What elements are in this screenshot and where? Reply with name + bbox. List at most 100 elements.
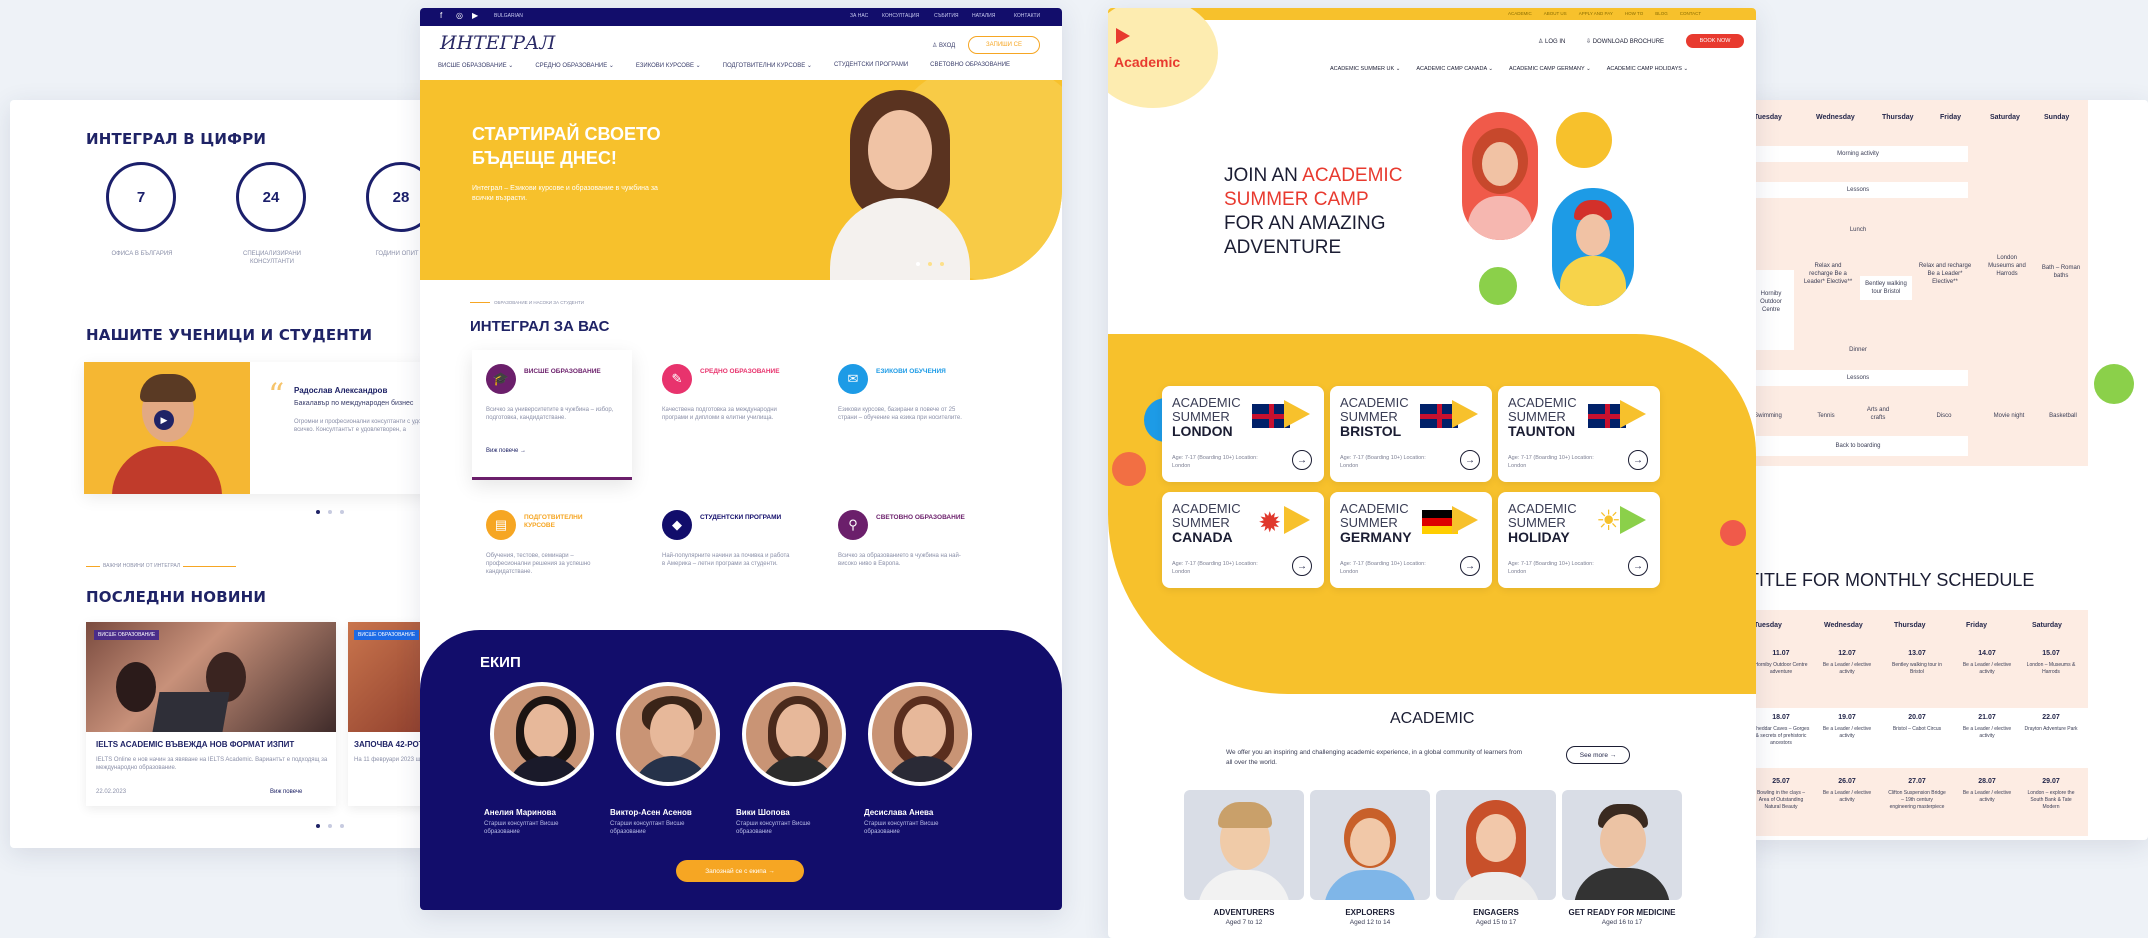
nav-item[interactable]: ACADEMIC SUMMER UK ⌄ xyxy=(1330,66,1400,72)
service-title: СВЕТОВНО ОБРАЗОВАНИЕ xyxy=(876,514,965,521)
camp-card[interactable]: ACADEMIC SUMMER GERMANY Age: 7-17 (Boarding… xyxy=(1330,492,1492,588)
language-select[interactable]: BULGARIAN xyxy=(494,13,523,19)
hero-highlight: SUMMER CAMP xyxy=(1224,189,1369,210)
schedule-row: Lessons xyxy=(1748,370,1968,386)
academic-text: We offer you an inspiring and challengin… xyxy=(1226,749,1523,766)
service-link[interactable]: Виж повече → xyxy=(486,448,526,454)
camp-card[interactable]: ACADEMIC SUMMER CANADA ✹ Age: 7-17 (Boarding… xyxy=(1162,492,1324,588)
service-text: Всичко за университетите в чужбина – изб… xyxy=(486,407,614,421)
service-card[interactable]: ✎ СРЕДНО ОБРАЗОВАНИЕ Качествена подготов… xyxy=(648,350,808,480)
top-link[interactable]: СЪБИТИЯ xyxy=(934,13,959,19)
academic-camp-panel: ACADEMIC ABOUT US APPLY AND PAY HOW TO B… xyxy=(1108,8,1756,938)
nav-item[interactable]: СРЕДНО ОБРАЗОВАНИЕ ⌄ xyxy=(535,62,614,69)
login-link[interactable]: ♙ LOG IN xyxy=(1538,38,1565,45)
top-link[interactable]: ABOUT US xyxy=(1544,11,1567,16)
nav-item[interactable]: ACADEMIC CAMP CANADA ⌄ xyxy=(1416,66,1493,72)
service-card[interactable]: ⚲ СВЕТОВНО ОБРАЗОВАНИЕ Всичко за образов… xyxy=(824,496,984,606)
arrow-right-icon[interactable]: → xyxy=(1628,556,1648,576)
nav-item[interactable]: ЕЗИКОВИ КУРСОВЕ ⌄ xyxy=(636,62,701,69)
day-header: Thursday xyxy=(1882,114,1914,121)
hero-photo xyxy=(1552,188,1634,306)
day-header: Sunday xyxy=(2044,114,2070,121)
facebook-icon[interactable]: f xyxy=(440,11,442,20)
instagram-icon[interactable]: ◎ xyxy=(456,11,463,20)
deco-circle xyxy=(1556,112,1612,168)
logo[interactable]: ИНТЕГРАЛ xyxy=(440,32,555,54)
brochure-link[interactable]: ⇩ DOWNLOAD BROCHURE xyxy=(1586,38,1664,45)
camp-title: ACADEMIC SUMMER LONDON xyxy=(1172,395,1241,439)
camp-card[interactable]: ACADEMIC SUMMER BRISTOL Age: 7-17 (Boarding… xyxy=(1330,386,1492,482)
news-tag: ВИСШЕ ОБРАЗОВАНИЕ xyxy=(354,630,420,640)
camp-card[interactable]: ACADEMIC SUMMER LONDON Age: 7-17 (Boarding … xyxy=(1162,386,1324,482)
globe-pin-icon: ⚲ xyxy=(838,510,868,540)
team-member-role: Старши консултант Висше образование xyxy=(610,821,685,835)
group-label: ADVENTURERS Aged 7 to 12 xyxy=(1213,908,1275,926)
nav-item[interactable]: СВЕТОВНО ОБРАЗОВАНИЕ xyxy=(930,62,1010,69)
date-cell: 20.07 xyxy=(1908,714,1926,721)
camp-card[interactable]: ACADEMIC SUMMER HOLIDAY ☀ Age: 7-17 (Boardin… xyxy=(1498,492,1660,588)
news-tag: ВИСШЕ ОБРАЗОВАНИЕ xyxy=(94,630,160,640)
signup-button[interactable]: ЗАПИШИ СЕ xyxy=(968,36,1040,54)
top-link[interactable]: APPLY AND PAY xyxy=(1579,11,1613,16)
top-link[interactable]: HOW TO xyxy=(1625,11,1643,16)
top-link[interactable]: ACADEMIC xyxy=(1508,11,1532,16)
date-cell: 14.07 xyxy=(1978,650,1996,657)
back-to-boarding-link[interactable]: Back to boarding xyxy=(1748,436,1968,456)
group-photo[interactable] xyxy=(1436,790,1556,900)
carousel-dots[interactable] xyxy=(316,824,344,828)
team-section: ЕКИП Анелия Маринова Старши консултант В… xyxy=(420,630,1062,910)
top-link[interactable]: НАТАЛИЯ xyxy=(972,13,995,19)
evening-cell: Disco xyxy=(1936,413,1952,419)
carousel-dots[interactable] xyxy=(316,510,344,514)
monthly-schedule-table: Tuesday Wednesday Thursday Friday Saturd… xyxy=(1748,610,2088,836)
camp-card[interactable]: ACADEMIC SUMMER TAUNTON Age: 7-17 (Boarding… xyxy=(1498,386,1660,482)
evening-cell: Basketball xyxy=(2049,413,2077,419)
arrow-right-icon[interactable]: → xyxy=(1460,450,1480,470)
stat-value: 28 xyxy=(392,188,410,206)
news-more-link[interactable]: Виж повече xyxy=(270,788,302,796)
activity-cell: Bentley walking tour Bristol xyxy=(1860,276,1912,300)
play-icon[interactable]: ▶ xyxy=(154,410,174,430)
arrow-right-icon[interactable]: → xyxy=(1292,556,1312,576)
stat-ring: 24 xyxy=(236,162,306,232)
nav-item[interactable]: ВИСШЕ ОБРАЗОВАНИЕ ⌄ xyxy=(438,62,513,69)
service-text: Обучения, тестове, семинари – професиона… xyxy=(486,553,591,575)
youtube-icon[interactable]: ▶ xyxy=(472,11,478,20)
arrow-right-icon[interactable]: → xyxy=(1460,556,1480,576)
team-member-name: Вики Шопова xyxy=(736,808,790,817)
top-link[interactable]: КОНТАКТИ xyxy=(1014,13,1040,19)
hero-dots[interactable] xyxy=(916,262,944,266)
service-card[interactable]: ▤ ПОДГОТВИТЕЛНИ КУРСОВЕ Обучения, тестов… xyxy=(472,496,632,606)
date-cell: 26.07 xyxy=(1838,778,1856,785)
group-photo[interactable] xyxy=(1562,790,1682,900)
camp-title: ACADEMIC SUMMER CANADA xyxy=(1172,501,1241,545)
activity-cell: Be a Leader / elective activity xyxy=(1822,726,1872,739)
see-more-button[interactable]: See more → xyxy=(1566,746,1630,764)
meet-team-button[interactable]: Запознай се с екипа → xyxy=(676,860,804,882)
sun-icon: ☀ xyxy=(1596,505,1622,536)
team-member-name: Виктор-Асен Асенов xyxy=(610,808,692,817)
arrow-right-icon[interactable]: → xyxy=(1628,450,1648,470)
news-title: IELTS ACADEMIC ВЪВЕЖДА НОВ ФОРМАТ ИЗПИТ xyxy=(96,740,295,749)
login-link[interactable]: ♙ ВХОД xyxy=(932,42,955,49)
top-link[interactable]: BLOG xyxy=(1655,11,1668,16)
evening-cell: Arts and crafts xyxy=(1866,407,1890,421)
nav-item[interactable]: ACADEMIC CAMP GERMANY ⌄ xyxy=(1509,66,1591,72)
arrow-right-icon[interactable]: → xyxy=(1292,450,1312,470)
top-link[interactable]: КОНСУЛТАЦИЯ xyxy=(882,13,919,19)
nav-item[interactable]: ПОДГОТВИТЕЛНИ КУРСОВЕ ⌄ xyxy=(723,62,812,69)
nav-item[interactable]: СТУДЕНТСКИ ПРОГРАМИ xyxy=(834,62,908,69)
service-card[interactable]: ◆ СТУДЕНТСКИ ПРОГРАМИ Най-популярните на… xyxy=(648,496,808,606)
book-now-button[interactable]: BOOK NOW xyxy=(1686,34,1744,48)
nav-item[interactable]: ACADEMIC CAMP HOLIDAYS ⌄ xyxy=(1607,66,1688,72)
service-card[interactable]: 🎓 ВИСШЕ ОБРАЗОВАНИЕ Всичко за университе… xyxy=(472,350,632,480)
group-photo[interactable] xyxy=(1184,790,1304,900)
stat-label: ОФИСА В БЪЛГАРИЯ xyxy=(111,251,173,257)
top-link[interactable]: CONTACT xyxy=(1680,11,1701,16)
for-you-heading: ИНТЕГРАЛ ЗА ВАС xyxy=(470,318,610,335)
news-card[interactable]: ВИСШЕ ОБРАЗОВАНИЕ IELTS ACADEMIC ВЪВЕЖДА… xyxy=(86,622,336,806)
group-photo[interactable] xyxy=(1310,790,1430,900)
top-link[interactable]: ЗА НАС xyxy=(850,13,868,19)
logo[interactable]: Academic xyxy=(1114,54,1180,70)
service-card[interactable]: ✉ ЕЗИКОВИ ОБУЧЕНИЯ Езикови курсове, бази… xyxy=(824,350,984,480)
